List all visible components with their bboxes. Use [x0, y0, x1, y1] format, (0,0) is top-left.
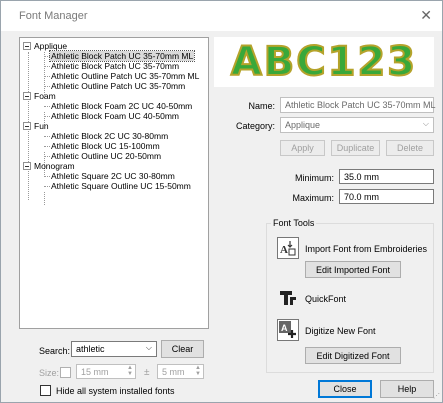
search-label: Search: — [39, 346, 71, 356]
size-label: Size: — [39, 368, 60, 378]
name-field[interactable]: Athletic Block Patch UC 35-70mm ML — [280, 97, 436, 113]
tree-connector — [44, 192, 45, 205]
font-preview: ABC123 — [214, 37, 434, 87]
expand-collapse-icon[interactable] — [23, 122, 31, 130]
font-tree[interactable]: Applique Athletic Block Patch UC 35-70mm… — [19, 37, 209, 329]
duplicate-button[interactable]: Duplicate — [331, 140, 380, 156]
help-button[interactable]: Help — [380, 380, 434, 398]
digitize-font-label[interactable]: Digitize New Font — [305, 326, 376, 336]
tree-item[interactable]: Athletic Block Foam 2C UC 40-50mm — [50, 101, 193, 111]
size-value: 15 mm — [81, 367, 109, 377]
tree-item[interactable]: Athletic Block 2C UC 30-80mm — [50, 131, 169, 141]
title-bar: Font Manager ✕ — [1, 1, 442, 31]
tree-item[interactable]: Athletic Outline UC 20-50mm — [50, 151, 162, 161]
close-icon[interactable]: ✕ — [420, 8, 432, 22]
expand-collapse-icon[interactable] — [23, 162, 31, 170]
hide-system-fonts-label: Hide all system installed fonts — [56, 386, 175, 396]
size-checkbox[interactable] — [60, 367, 71, 378]
tree-item[interactable]: Athletic Block UC 15-100mm — [50, 141, 161, 151]
font-tools-title: Font Tools — [271, 218, 317, 228]
minimum-label: Minimum: — [294, 173, 334, 183]
digitize-font-icon[interactable]: A — [277, 319, 299, 341]
spin-arrows-icon[interactable]: ▲ ▼ — [195, 365, 201, 377]
category-value: Applique — [285, 120, 321, 130]
tree-item[interactable]: Athletic Block Foam UC 40-50mm — [50, 111, 180, 121]
edit-digitized-font-button[interactable]: Edit Digitized Font — [305, 347, 401, 364]
minimum-value: 35.0 mm — [344, 172, 380, 182]
spin-arrows-icon[interactable]: ▲ ▼ — [127, 365, 133, 377]
tolerance-value: 5 mm — [162, 367, 185, 377]
name-value: Athletic Block Patch UC 35-70mm ML — [285, 100, 436, 110]
maximum-field[interactable]: 70.0 mm — [339, 189, 434, 204]
category-select[interactable]: Applique ⌵ — [280, 117, 434, 133]
delete-button[interactable]: Delete — [386, 140, 434, 156]
chevron-down-icon[interactable]: ⌵ — [423, 119, 429, 129]
tree-category-applique[interactable]: Applique — [34, 41, 67, 51]
search-value: athletic — [76, 344, 105, 354]
tolerance-symbol: ± — [144, 367, 150, 378]
tree-item[interactable]: Athletic Block Patch UC 35-70mm ML — [48, 50, 196, 62]
hide-system-fonts-checkbox[interactable] — [40, 385, 51, 396]
font-manager-window: Font Manager ✕ Applique Athletic Block P… — [0, 0, 443, 403]
resize-grip-icon[interactable]: ⋰ — [433, 392, 440, 400]
close-button[interactable]: Close — [318, 380, 372, 398]
expand-collapse-icon[interactable] — [23, 92, 31, 100]
tree-item[interactable]: Athletic Block Patch UC 35-70mm — [50, 61, 180, 71]
tree-category-fun[interactable]: Fun — [34, 121, 49, 131]
tree-connector — [44, 52, 45, 95]
search-input[interactable]: athletic ⌵ — [71, 341, 157, 357]
size-stepper[interactable]: 15 mm ▲ ▼ — [76, 364, 136, 379]
chevron-down-icon[interactable]: ⌵ — [146, 343, 152, 353]
apply-button[interactable]: Apply — [280, 140, 325, 156]
name-label: Name: — [248, 101, 275, 111]
svg-text:A: A — [280, 244, 288, 256]
import-font-label[interactable]: Import Font from Embroideries — [305, 244, 427, 254]
tolerance-stepper[interactable]: 5 mm ▲ ▼ — [157, 364, 204, 379]
maximum-value: 70.0 mm — [344, 192, 380, 202]
preview-text: ABC123 — [230, 38, 418, 86]
tree-item[interactable]: Athletic Outline Patch UC 35-70mm — [50, 81, 186, 91]
clear-button[interactable]: Clear — [161, 340, 204, 358]
tree-category-foam[interactable]: Foam — [34, 91, 56, 101]
quickfont-label[interactable]: QuickFont — [305, 294, 346, 304]
quickfont-icon[interactable] — [277, 287, 299, 309]
maximum-label: Maximum: — [292, 193, 334, 203]
category-label: Category: — [235, 121, 275, 131]
svg-text:A: A — [281, 323, 288, 333]
tree-item[interactable]: Athletic Square Outline UC 15-50mm — [50, 181, 192, 191]
import-font-icon[interactable]: A — [277, 237, 299, 259]
tree-item[interactable]: Athletic Square 2C UC 30-80mm — [50, 171, 176, 181]
edit-imported-font-button[interactable]: Edit Imported Font — [305, 261, 401, 278]
window-title: Font Manager — [19, 10, 88, 22]
tree-item[interactable]: Athletic Outline Patch UC 35-70mm ML — [50, 71, 200, 81]
expand-collapse-icon[interactable] — [23, 42, 31, 50]
tree-category-monogram[interactable]: Monogram — [34, 161, 75, 171]
minimum-field[interactable]: 35.0 mm — [339, 169, 434, 184]
